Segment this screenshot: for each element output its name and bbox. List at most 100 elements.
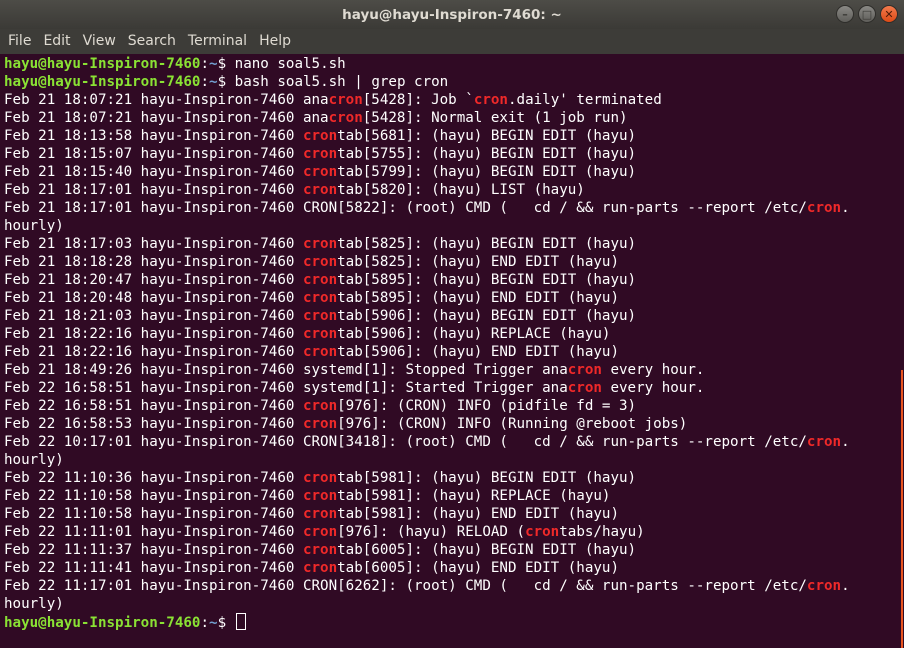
output-text: . (841, 200, 850, 216)
title-bar[interactable]: hayu@hayu-Inspiron-7460: ~ – □ ✕ (0, 0, 904, 29)
match-highlight: cron (302, 290, 338, 306)
terminal-window: hayu@hayu-Inspiron-7460: ~ – □ ✕ File Ed… (0, 0, 904, 648)
output-text: every hour. (601, 362, 705, 378)
output-text: tab[5981]: (hayu) REPLACE (hayu) (337, 488, 611, 504)
terminal-output[interactable]: hayu@hayu-Inspiron-7460:~$ nano soal5.sh… (0, 54, 896, 648)
prompt-line: hayu@hayu-Inspiron-7460:~$ (4, 613, 896, 631)
output-text: tab[5755]: (hayu) BEGIN EDIT (hayu) (337, 146, 637, 162)
output-line: Feb 21 18:18:28 hayu-Inspiron-7460 cront… (4, 253, 896, 271)
menu-file[interactable]: File (2, 29, 37, 54)
match-highlight: cron (302, 506, 338, 522)
match-highlight: cron (806, 434, 842, 450)
output-text: Feb 21 18:07:21 hayu-Inspiron-7460 ana (4, 92, 329, 108)
output-line: Feb 22 16:58:51 hayu-Inspiron-7460 syste… (4, 379, 896, 397)
output-text: Feb 21 18:18:28 hayu-Inspiron-7460 (4, 254, 303, 270)
scrollbar-thumb[interactable] (901, 370, 903, 648)
output-line: Feb 21 18:17:03 hayu-Inspiron-7460 cront… (4, 235, 896, 253)
prompt-user-host: hayu@hayu-Inspiron-7460 (4, 74, 201, 90)
prompt-separator: : (200, 615, 210, 631)
text-cursor (235, 613, 246, 630)
output-text: Feb 22 11:17:01 hayu-Inspiron-7460 CRON[… (4, 578, 807, 594)
output-text: [5428]: Job ` (362, 92, 474, 108)
menu-bar: File Edit View Search Terminal Help (0, 29, 904, 54)
scrollbar[interactable] (896, 54, 904, 648)
output-line: Feb 21 18:15:40 hayu-Inspiron-7460 cront… (4, 163, 896, 181)
output-text: Feb 22 16:58:51 hayu-Inspiron-7460 syste… (4, 380, 568, 396)
output-line: Feb 21 18:07:21 hayu-Inspiron-7460 anacr… (4, 91, 896, 109)
command-text: nano soal5.sh (234, 56, 346, 72)
output-line: Feb 22 11:11:41 hayu-Inspiron-7460 cront… (4, 559, 896, 577)
prompt-symbol: $ (217, 74, 235, 90)
output-text: Feb 21 18:20:48 hayu-Inspiron-7460 (4, 290, 303, 306)
match-highlight: cron (302, 146, 338, 162)
output-text: [976]: (hayu) RELOAD ( (337, 524, 526, 540)
match-highlight: cron (328, 92, 363, 108)
output-line: Feb 21 18:17:01 hayu-Inspiron-7460 cront… (4, 181, 896, 199)
output-text: tab[6005]: (hayu) END EDIT (hayu) (337, 560, 620, 576)
output-line: hourly) (4, 451, 896, 469)
prompt-separator: : (200, 56, 210, 72)
match-highlight: cron (302, 488, 338, 504)
prompt-path: ~ (209, 56, 218, 72)
output-text: tab[5799]: (hayu) BEGIN EDIT (hayu) (337, 164, 637, 180)
output-text: Feb 21 18:49:26 hayu-Inspiron-7460 syste… (4, 362, 568, 378)
prompt-path: ~ (209, 615, 218, 631)
output-line: Feb 21 18:07:21 hayu-Inspiron-7460 anacr… (4, 109, 896, 127)
prompt-line: hayu@hayu-Inspiron-7460:~$ nano soal5.sh (4, 55, 896, 73)
output-line: Feb 22 11:10:58 hayu-Inspiron-7460 cront… (4, 487, 896, 505)
match-highlight: cron (302, 308, 338, 324)
output-text: tab[5906]: (hayu) REPLACE (hayu) (337, 326, 611, 342)
output-line: Feb 22 11:17:01 hayu-Inspiron-7460 CRON[… (4, 577, 896, 595)
match-highlight: cron (302, 524, 338, 540)
match-highlight: cron (302, 254, 338, 270)
prompt-user-host: hayu@hayu-Inspiron-7460 (4, 615, 201, 631)
match-highlight: cron (302, 164, 338, 180)
output-line: Feb 22 11:10:58 hayu-Inspiron-7460 cront… (4, 505, 896, 523)
match-highlight: cron (525, 524, 560, 540)
output-text: tab[5895]: (hayu) END EDIT (hayu) (337, 290, 620, 306)
match-highlight: cron (302, 272, 338, 288)
output-text: tab[5906]: (hayu) END EDIT (hayu) (337, 344, 620, 360)
match-highlight: cron (806, 200, 842, 216)
output-line: Feb 22 16:58:51 hayu-Inspiron-7460 cron[… (4, 397, 896, 415)
output-text: Feb 22 11:11:41 hayu-Inspiron-7460 (4, 560, 303, 576)
output-text: every hour. (601, 380, 705, 396)
match-highlight: cron (302, 236, 338, 252)
match-highlight: cron (302, 560, 338, 576)
menu-search[interactable]: Search (122, 29, 182, 54)
output-text: Feb 21 18:20:47 hayu-Inspiron-7460 (4, 272, 303, 288)
output-text: Feb 21 18:22:16 hayu-Inspiron-7460 (4, 344, 303, 360)
output-text: hourly) (4, 596, 64, 612)
output-text: .daily' terminated (507, 92, 662, 108)
output-text: Feb 22 16:58:53 hayu-Inspiron-7460 (4, 416, 303, 432)
minimize-button[interactable]: – (836, 5, 854, 23)
close-button[interactable]: ✕ (880, 5, 898, 23)
match-highlight: cron (567, 362, 602, 378)
output-text: tab[5825]: (hayu) BEGIN EDIT (hayu) (337, 236, 637, 252)
output-text: tab[5906]: (hayu) BEGIN EDIT (hayu) (337, 308, 637, 324)
output-text: Feb 21 18:17:03 hayu-Inspiron-7460 (4, 236, 303, 252)
output-text: tab[5681]: (hayu) BEGIN EDIT (hayu) (337, 128, 637, 144)
output-line: Feb 21 18:20:47 hayu-Inspiron-7460 cront… (4, 271, 896, 289)
output-line: Feb 21 18:22:16 hayu-Inspiron-7460 cront… (4, 325, 896, 343)
output-text: tab[5820]: (hayu) LIST (hayu) (337, 182, 585, 198)
output-line: Feb 21 18:22:16 hayu-Inspiron-7460 cront… (4, 343, 896, 361)
prompt-symbol: $ (217, 615, 235, 631)
match-highlight: cron (302, 128, 338, 144)
menu-view[interactable]: View (77, 29, 122, 54)
match-highlight: cron (302, 182, 338, 198)
output-line: hourly) (4, 217, 896, 235)
output-text: tab[5981]: (hayu) END EDIT (hayu) (337, 506, 620, 522)
output-line: Feb 21 18:15:07 hayu-Inspiron-7460 cront… (4, 145, 896, 163)
menu-edit[interactable]: Edit (37, 29, 76, 54)
maximize-button[interactable]: □ (858, 5, 876, 23)
match-highlight: cron (806, 578, 842, 594)
output-line: Feb 21 18:13:58 hayu-Inspiron-7460 cront… (4, 127, 896, 145)
match-highlight: cron (302, 470, 338, 486)
menu-terminal[interactable]: Terminal (182, 29, 253, 54)
output-text: Feb 22 11:11:01 hayu-Inspiron-7460 (4, 524, 303, 540)
output-line: Feb 21 18:20:48 hayu-Inspiron-7460 cront… (4, 289, 896, 307)
output-text: hourly) (4, 218, 64, 234)
output-line: Feb 22 11:11:37 hayu-Inspiron-7460 cront… (4, 541, 896, 559)
menu-help[interactable]: Help (253, 29, 297, 54)
